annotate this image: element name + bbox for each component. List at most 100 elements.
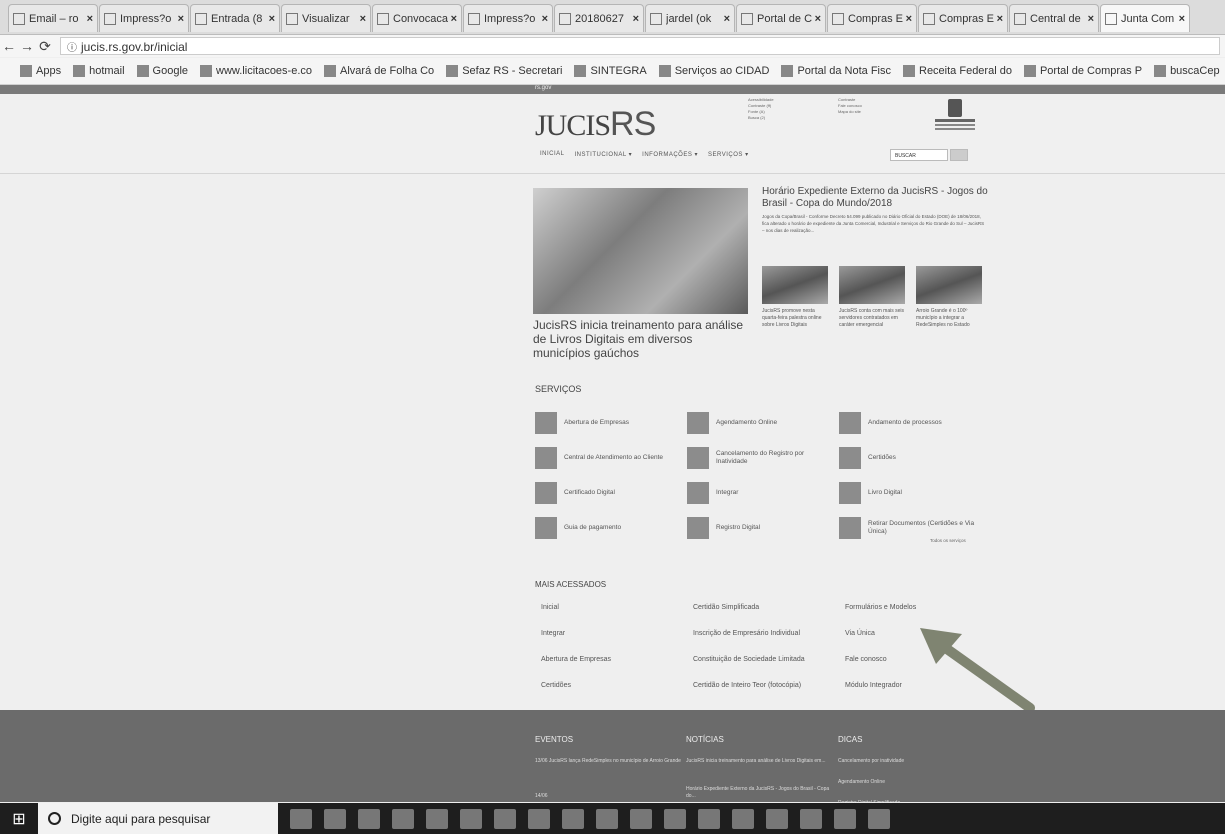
footer-event-item[interactable]: 13/06 JucisRS lança RedeSimples no munic… (535, 758, 685, 765)
edge-icon[interactable] (392, 808, 414, 829)
bookmark-item[interactable]: Portal da Nota Fisc (781, 65, 891, 77)
tab-close-icon[interactable]: × (815, 13, 821, 25)
most-accessed-link[interactable]: Certidões (541, 681, 671, 690)
menu-item[interactable]: SERVIÇOS ▾ (708, 151, 749, 158)
bookmark-item[interactable]: SINTEGRA (574, 65, 647, 77)
menu-item[interactable]: INSTITUCIONAL ▾ (575, 151, 633, 158)
mic-icon[interactable] (290, 808, 312, 829)
info-icon[interactable]: ⓘ (67, 43, 77, 54)
bag-icon[interactable] (426, 808, 448, 829)
bookmark-item[interactable]: Receita Federal do (903, 65, 1012, 77)
bookmark-item[interactable]: Google (136, 65, 188, 77)
most-accessed-link[interactable]: Certidão Simplificada (693, 603, 823, 612)
ie-icon[interactable] (562, 808, 584, 829)
tab-close-icon[interactable]: × (633, 13, 639, 25)
bookmark-item[interactable]: Alvará de Folha Co (324, 65, 434, 77)
store-icon[interactable] (358, 808, 380, 829)
service-item[interactable]: Agendamento Online (687, 412, 827, 434)
tab-close-icon[interactable]: × (997, 13, 1003, 25)
service-item[interactable]: Abertura de Empresas (535, 412, 675, 434)
tab-close-icon[interactable]: × (1088, 13, 1094, 25)
browser-tab[interactable]: Entrada (8 × (190, 4, 280, 32)
tab-close-icon[interactable]: × (724, 13, 730, 25)
paint-icon[interactable] (630, 808, 652, 829)
service-item[interactable]: Certidões (839, 447, 979, 469)
news-thumbnail-caption[interactable]: Arroio Grande é o 100º município a integ… (916, 308, 986, 329)
news-thumbnail-caption[interactable]: JucisRS conta com mais seis servidores c… (839, 308, 909, 329)
most-accessed-link[interactable]: Abertura de Empresas (541, 655, 671, 664)
chrome-icon[interactable] (494, 808, 516, 829)
service-item[interactable]: Central de Atendimento ao Cliente (535, 447, 675, 469)
footer-news-item[interactable]: Horário Expediente Externo da JucisRS - … (686, 786, 836, 800)
browser-tab[interactable]: Impress?o × (463, 4, 553, 32)
most-accessed-link[interactable]: Certidão de Inteiro Teor (fotocópia) (693, 681, 823, 690)
browser-tab[interactable]: Central de × (1009, 4, 1099, 32)
site-search-input[interactable]: BUSCAR (890, 149, 948, 161)
browser-tab[interactable]: 20180627 × (554, 4, 644, 32)
footer-news-item[interactable]: JucisRS inicia treinamento para análise … (686, 758, 836, 765)
service-item[interactable]: Guia de pagamento (535, 517, 675, 539)
browser-tab[interactable]: Compras E × (827, 4, 917, 32)
bookmark-item[interactable]: www.licitacoes-e.co (200, 65, 312, 77)
bookmark-item[interactable]: Sefaz RS - Secretari (446, 65, 562, 77)
hero-title[interactable]: JucisRS inicia treinamento para análise … (533, 318, 753, 360)
browser-tab[interactable]: Email – ro × (8, 4, 98, 32)
app-icon[interactable] (766, 808, 788, 829)
tab-close-icon[interactable]: × (542, 13, 548, 25)
news-thumbnail-image[interactable] (839, 266, 905, 304)
tab-close-icon[interactable]: × (906, 13, 912, 25)
app2-icon[interactable] (800, 808, 822, 829)
most-accessed-link[interactable]: Inscrição de Empresário Individual (693, 629, 823, 638)
browser-tab[interactable]: Impress?o × (99, 4, 189, 32)
calc-icon[interactable] (596, 808, 618, 829)
service-item[interactable]: Livro Digital (839, 482, 979, 504)
bookmark-item[interactable]: Portal de Compras P (1023, 65, 1142, 77)
service-item[interactable]: Cancelamento do Registro por Inatividade (687, 447, 827, 469)
news-thumbnail-image[interactable] (916, 266, 982, 304)
photos-icon[interactable] (460, 808, 482, 829)
tab-close-icon[interactable]: × (451, 13, 457, 25)
tab-close-icon[interactable]: × (360, 13, 366, 25)
forward-icon[interactable]: → (18, 38, 36, 54)
tab-close-icon[interactable]: × (87, 13, 93, 25)
service-item[interactable]: Certificado Digital (535, 482, 675, 504)
menu-item[interactable]: INFORMAÇÕES ▾ (642, 151, 698, 158)
service-item[interactable]: Integrar (687, 482, 827, 504)
hero-image[interactable] (533, 188, 748, 314)
service-item[interactable]: Retirar Documentos (Certidões e Via Únic… (839, 517, 979, 539)
address-bar[interactable]: ⓘ jucis.rs.gov.br/inicial (60, 37, 1220, 55)
security-icon[interactable] (732, 808, 754, 829)
search-button[interactable] (950, 149, 968, 161)
reload-icon[interactable]: ⟳ (36, 38, 54, 55)
windows-start-icon[interactable]: ⊞ (0, 803, 38, 834)
back-icon[interactable]: ← (0, 38, 18, 54)
bookmark-item[interactable]: Apps (20, 65, 61, 77)
news-thumbnail-caption[interactable]: JucisRS promove nesta quarta-feira pales… (762, 308, 832, 329)
most-accessed-link[interactable]: Inicial (541, 603, 671, 612)
browser-tab[interactable]: jardel (ok × (645, 4, 735, 32)
news-thumbnail-image[interactable] (762, 266, 828, 304)
tab-close-icon[interactable]: × (178, 13, 184, 25)
most-accessed-link[interactable]: Constituição de Sociedade Limitada (693, 655, 823, 664)
browser-tab[interactable]: Portal de C × (736, 4, 826, 32)
header-link[interactable]: Busca (2) (748, 115, 774, 121)
featured-news-title[interactable]: Horário Expediente Externo da JucisRS - … (762, 186, 992, 210)
site-logo[interactable]: JUCISRS (535, 105, 656, 144)
word-icon[interactable] (868, 808, 890, 829)
firefox-icon[interactable] (528, 808, 550, 829)
tab-close-icon[interactable]: × (1179, 13, 1185, 25)
bookmark-item[interactable]: buscaCep (1154, 65, 1220, 77)
footer-tip-link[interactable]: Cancelamento por inatividade (838, 758, 988, 765)
taskbar-search[interactable]: Digite aqui para pesquisar (38, 803, 278, 834)
bookmark-item[interactable]: hotmail (73, 65, 125, 77)
task-view-icon[interactable] (324, 808, 346, 829)
browser-tab[interactable]: Visualizar × (281, 4, 371, 32)
header-link[interactable]: Mapa do site (838, 109, 862, 115)
dropbox-icon[interactable] (664, 808, 686, 829)
gov-link[interactable]: rs.gov (535, 85, 551, 91)
menu-item[interactable]: INICIAL (540, 151, 565, 158)
browser-tab[interactable]: Junta Com × (1100, 4, 1190, 32)
footer-tip-link[interactable]: Agendamento Online (838, 779, 988, 786)
all-services-link[interactable]: Todos os serviços (930, 538, 966, 543)
tab-close-icon[interactable]: × (269, 13, 275, 25)
